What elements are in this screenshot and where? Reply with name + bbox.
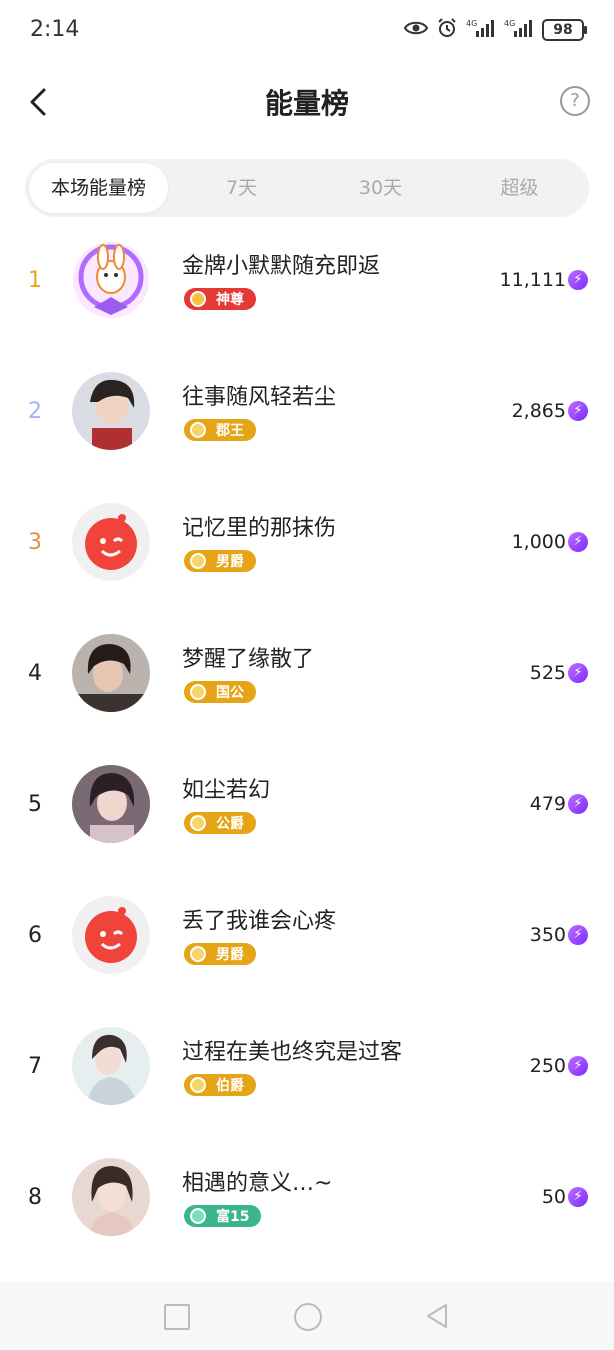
level-badge: 富15 <box>184 1205 262 1227</box>
alarm-icon <box>436 17 458 43</box>
lightning-icon: ⚡ <box>568 532 588 552</box>
photo-avatar[interactable] <box>72 765 150 843</box>
level-badge: 男爵 <box>184 550 256 572</box>
user-name: 金牌小默默随充即返 <box>182 254 381 279</box>
ranking-row[interactable]: 5 如尘若幻 公爵 479 ⚡ <box>0 748 614 879</box>
energy-score: 1,000 <box>511 531 566 553</box>
level-badge: 男爵 <box>184 943 256 965</box>
ranking-row[interactable]: 4 梦醒了缘散了 国公 525 ⚡ <box>0 617 614 748</box>
user-name: 记忆里的那抹伤 <box>182 516 337 541</box>
coin-icon <box>190 1077 206 1093</box>
user-name: 梦醒了缘散了 <box>182 647 315 672</box>
lightning-icon: ⚡ <box>568 663 588 683</box>
tab-current-session[interactable]: 本场能量榜 <box>29 163 168 213</box>
user-name: 丢了我谁会心疼 <box>182 909 337 934</box>
lightning-icon: ⚡ <box>568 794 588 814</box>
signal-icon: 4G <box>466 18 496 42</box>
badge-label: 神尊 <box>216 292 244 308</box>
status-bar: 2:14 4G 4G 98 <box>0 0 614 62</box>
user-name: 过程在美也终究是过客 <box>182 1040 403 1065</box>
lightning-icon: ⚡ <box>568 270 588 290</box>
badge-label: 公爵 <box>216 816 244 832</box>
default-avatar[interactable] <box>72 896 150 974</box>
lightning-icon: ⚡ <box>568 1056 588 1076</box>
rank-number: 7 <box>28 1054 42 1079</box>
energy-score: 479 <box>529 793 566 815</box>
energy-score: 250 <box>529 1055 566 1077</box>
rank-number: 5 <box>28 792 42 817</box>
energy-score: 11,111 <box>499 269 566 291</box>
user-name: 往事随风轻若尘 <box>182 385 337 410</box>
badge-label: 男爵 <box>216 947 244 963</box>
ranking-row[interactable]: 8 相遇的意义…~ 富15 50 ⚡ <box>0 1141 614 1272</box>
battery-icon: 98 <box>542 19 587 41</box>
photo-avatar[interactable] <box>72 1158 150 1236</box>
rank-number: 8 <box>28 1185 42 1210</box>
default-avatar[interactable] <box>72 503 150 581</box>
energy-score: 50 <box>541 1186 566 1208</box>
rank-number: 4 <box>28 661 42 686</box>
level-badge: 伯爵 <box>184 1074 256 1096</box>
rank-number: 6 <box>28 923 42 948</box>
level-badge: 神尊 <box>184 288 256 310</box>
system-nav-bar <box>0 1282 614 1350</box>
user-name: 相遇的意义…~ <box>182 1171 333 1196</box>
level-badge: 公爵 <box>184 812 256 834</box>
back-triangle-icon[interactable] <box>424 1302 450 1334</box>
ranking-row[interactable]: 3 记忆里的那抹伤 男爵 1,000 ⚡ <box>0 486 614 617</box>
rank-number: 2 <box>28 399 42 424</box>
badge-label: 郡王 <box>216 423 244 439</box>
energy-score: 350 <box>529 924 566 946</box>
home-icon[interactable] <box>294 1303 322 1331</box>
tab-30-days[interactable]: 30天 <box>311 159 450 217</box>
recent-apps-icon[interactable] <box>164 1304 190 1330</box>
level-badge: 国公 <box>184 681 256 703</box>
svg-text:4G: 4G <box>504 19 515 28</box>
signal-icon-2: 4G <box>504 18 534 42</box>
tab-7-days[interactable]: 7天 <box>172 159 311 217</box>
level-badge: 郡王 <box>184 419 256 441</box>
photo-avatar[interactable] <box>72 372 150 450</box>
mascot-avatar[interactable] <box>72 241 150 319</box>
badge-label: 伯爵 <box>216 1078 244 1094</box>
ranking-row[interactable]: 6 丢了我谁会心疼 男爵 350 ⚡ <box>0 879 614 1010</box>
coin-icon <box>190 946 206 962</box>
status-time: 2:14 <box>30 17 80 42</box>
coin-icon <box>190 553 206 569</box>
user-name: 如尘若幻 <box>182 778 271 803</box>
header: 能量榜 ? <box>0 62 614 142</box>
lightning-icon: ⚡ <box>568 401 588 421</box>
energy-score: 2,865 <box>511 400 566 422</box>
rank-number: 1 <box>28 268 42 293</box>
ranking-row[interactable]: 1 金牌小默默随充即返 神尊 11,111 ⚡ <box>0 224 614 355</box>
badge-label: 富15 <box>216 1209 250 1225</box>
tab-bar: 本场能量榜 7天 30天 超级 <box>25 159 589 217</box>
lightning-icon: ⚡ <box>568 925 588 945</box>
photo-avatar[interactable] <box>72 634 150 712</box>
rank-number: 3 <box>28 530 42 555</box>
eye-icon <box>403 20 429 40</box>
ranking-row[interactable]: 2 往事随风轻若尘 郡王 2,865 ⚡ <box>0 355 614 486</box>
energy-score: 525 <box>529 662 566 684</box>
lightning-icon: ⚡ <box>568 1187 588 1207</box>
photo-avatar[interactable] <box>72 1027 150 1105</box>
coin-icon <box>190 422 206 438</box>
page-title: 能量榜 <box>264 87 349 120</box>
status-icons: 4G 4G 98 <box>403 17 587 43</box>
coin-icon <box>190 815 206 831</box>
badge-label: 国公 <box>216 685 244 701</box>
ranking-row[interactable]: 7 过程在美也终究是过客 伯爵 250 ⚡ <box>0 1010 614 1141</box>
help-icon[interactable]: ? <box>560 86 590 116</box>
badge-label: 男爵 <box>216 554 244 570</box>
coin-icon <box>190 291 206 307</box>
svg-text:4G: 4G <box>466 19 477 28</box>
tab-super[interactable]: 超级 <box>450 159 589 217</box>
coin-icon <box>190 1208 206 1224</box>
coin-icon <box>190 684 206 700</box>
